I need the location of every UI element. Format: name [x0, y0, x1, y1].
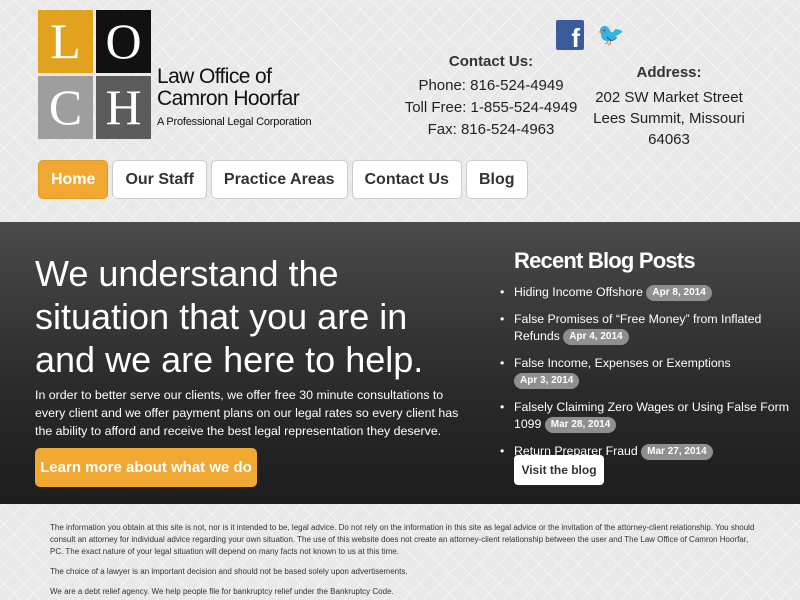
- blog-post-item: Falsely Claiming Zero Wages or Using Fal…: [500, 399, 794, 433]
- site-logo[interactable]: L O C H: [38, 10, 152, 140]
- firm-name-line2: Camron Hoorfar: [157, 87, 300, 110]
- blog-post-list: Hiding Income Offshore Apr 8, 2014 False…: [500, 284, 794, 460]
- contact-heading: Contact Us:: [448, 53, 534, 70]
- address-heading: Address:: [636, 64, 702, 81]
- blog-heading: Recent Blog Posts: [514, 248, 696, 273]
- post-date-badge: Mar 28, 2014: [544, 416, 617, 433]
- firm-name[interactable]: Law Office of Camron Hoorfar A Professio…: [157, 65, 312, 129]
- firm-tagline: A Professional Legal Corporation: [157, 116, 312, 128]
- address-city: Lees Summit, Missouri 64063: [593, 110, 745, 148]
- hero-headline: We understand the situation that you are…: [35, 253, 424, 380]
- nav-contact-us[interactable]: Contact Us: [351, 160, 462, 199]
- address-street: 202 SW Market Street: [595, 89, 743, 106]
- firm-name-line1: Law Office of: [157, 65, 272, 88]
- legal-disclaimer: The information you obtain at this site …: [50, 522, 760, 600]
- facebook-icon[interactable]: f: [556, 20, 584, 50]
- post-date-badge: Mar 27, 2014: [641, 443, 713, 460]
- nav-home[interactable]: Home: [38, 160, 109, 199]
- nav-our-staff[interactable]: Our Staff: [112, 160, 207, 199]
- disclaimer-paragraph-3: We are a debt relief agency. We help peo…: [50, 587, 394, 596]
- blog-post-link[interactable]: False Income, Expenses or Exemptions: [514, 356, 731, 370]
- contact-info: Contact Us: Phone: 816-524-4949 Toll Fre…: [398, 53, 584, 141]
- visit-blog-button[interactable]: Visit the blog: [514, 455, 604, 485]
- logo-letter-o: O: [96, 10, 151, 73]
- recent-blog-posts: Recent Blog Posts Hiding Income Offshore…: [500, 248, 794, 485]
- logo-letter-h: H: [96, 76, 151, 139]
- main-nav: Home Our Staff Practice Areas Contact Us…: [38, 160, 528, 199]
- twitter-icon[interactable]: 🐦: [596, 20, 626, 50]
- contact-fax: Fax: 816-524-4963: [427, 121, 555, 138]
- blog-post-item: Hiding Income Offshore Apr 8, 2014: [500, 284, 794, 301]
- contact-tollfree[interactable]: Toll Free: 1-855-524-4949: [398, 97, 584, 119]
- nav-practice-areas[interactable]: Practice Areas: [210, 160, 348, 199]
- logo-letter-l: L: [38, 10, 93, 73]
- disclaimer-paragraph-2: The choice of a lawyer is an important d…: [50, 567, 408, 576]
- post-date-badge: Apr 8, 2014: [646, 284, 712, 301]
- hero-section: We understand the situation that you are…: [0, 222, 800, 504]
- learn-more-button[interactable]: Learn more about what we do: [35, 448, 257, 487]
- address-info: Address: 202 SW Market Street Lees Summi…: [582, 64, 756, 150]
- social-links: f 🐦: [556, 20, 626, 50]
- site-header: L O C H Law Office of Camron Hoorfar A P…: [0, 0, 800, 222]
- post-date-badge: Apr 4, 2014: [563, 328, 629, 345]
- disclaimer-paragraph-1: The information you obtain at this site …: [50, 523, 755, 556]
- blog-post-item: False Promises of “Free Money” from Infl…: [500, 311, 794, 345]
- blog-post-item: False Income, Expenses or Exemptions Apr…: [500, 355, 794, 389]
- hero-body: In order to better serve our clients, we…: [35, 388, 459, 438]
- contact-phone[interactable]: Phone: 816-524-4949: [398, 75, 584, 97]
- logo-letter-c: C: [38, 76, 93, 139]
- nav-blog[interactable]: Blog: [465, 160, 528, 199]
- blog-post-link[interactable]: False Promises of “Free Money” from Infl…: [514, 312, 761, 343]
- post-date-badge: Apr 3, 2014: [514, 372, 580, 389]
- blog-post-link[interactable]: Hiding Income Offshore: [514, 285, 643, 299]
